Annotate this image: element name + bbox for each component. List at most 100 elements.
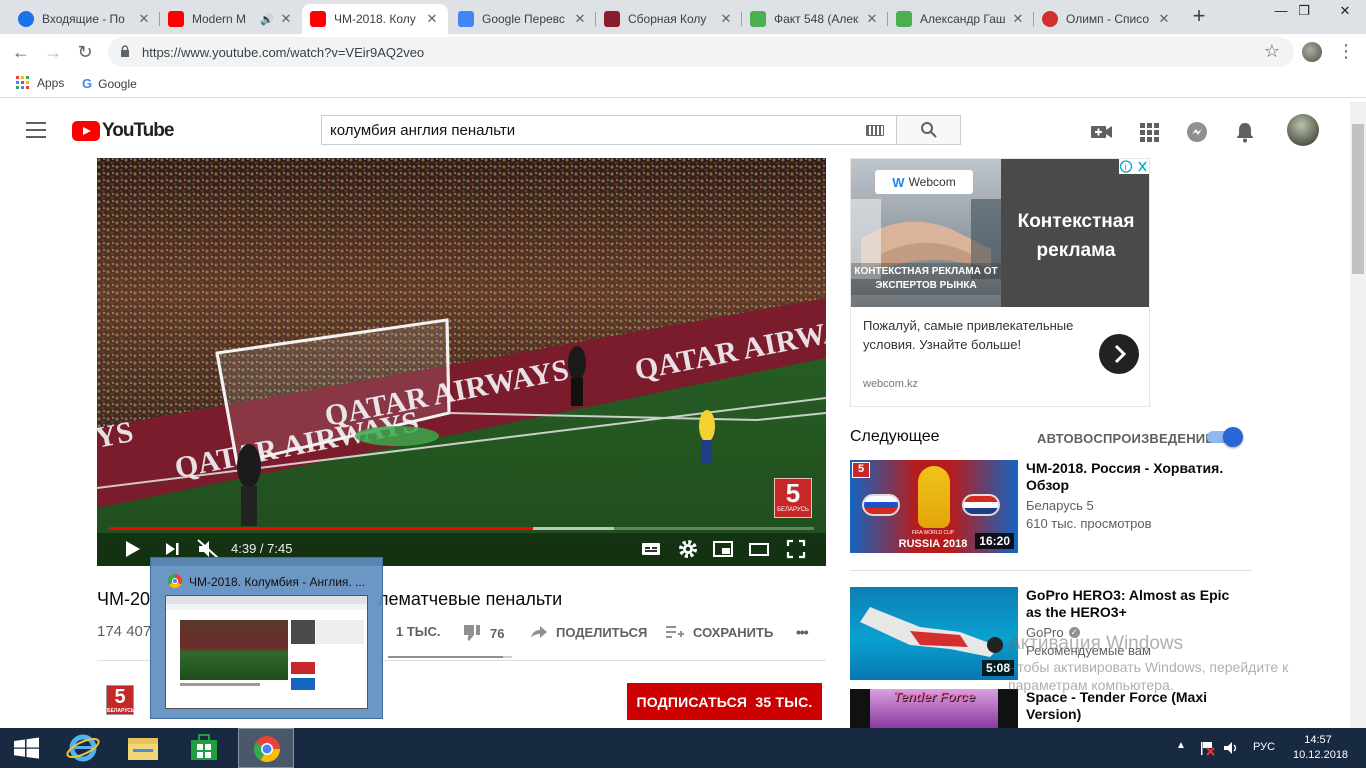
tab-colombia-team[interactable]: Сборная Колу ✕: [596, 4, 742, 34]
like-button[interactable]: 1 ТЫС.: [396, 624, 441, 639]
file-explorer-button[interactable]: [115, 728, 171, 768]
theater-mode-icon[interactable]: [748, 538, 770, 560]
windows-store-icon: [191, 734, 217, 760]
tab-label: Входящие - По: [42, 12, 125, 26]
messages-icon[interactable]: [1185, 120, 1209, 144]
youtube-logo[interactable]: YouTube: [72, 120, 174, 142]
internet-explorer-button[interactable]: [56, 728, 112, 768]
forward-button[interactable]: →: [42, 41, 64, 63]
tab-google-translate[interactable]: Google Перевс ✕: [450, 4, 596, 34]
ad-card[interactable]: W Webcom КОНТЕКСТНАЯ РЕКЛАМА ОТ ЭКСПЕРТО…: [850, 158, 1150, 407]
notifications-bell-icon[interactable]: [1233, 120, 1257, 144]
keyboard-icon[interactable]: [866, 125, 884, 136]
scrollbar-thumb[interactable]: [1352, 124, 1364, 274]
save-button[interactable]: СОХРАНИТЬ: [666, 624, 773, 640]
tab-olimp[interactable]: Олимп - Списо ✕: [1034, 4, 1180, 34]
youtube-play-logo-icon: [72, 121, 100, 141]
recommendation-title[interactable]: ЧМ-2018. Россия - Хорватия. Обзор: [1026, 460, 1236, 494]
recommendation-title[interactable]: GoPro HERO3: Almost as Epic as the HERO3…: [1026, 587, 1236, 621]
subtitles-icon[interactable]: [640, 538, 662, 560]
play-icon[interactable]: [121, 538, 143, 560]
chrome-menu-icon[interactable]: ⋮: [1336, 40, 1356, 62]
new-tab-button[interactable]: +: [1188, 5, 1210, 28]
sentiment-bar: [388, 656, 512, 658]
restore-button[interactable]: ❐: [1282, 0, 1326, 30]
close-window-button[interactable]: ✕: [1322, 0, 1366, 30]
translate-icon: [458, 11, 474, 27]
video-frame: QATAR AIRWAYS QATAR AIRWAYS QATAR AIRWAY…: [97, 158, 826, 566]
recommendation-channel[interactable]: GoPro ✓: [1026, 624, 1080, 641]
close-icon[interactable]: ✕: [1010, 11, 1026, 27]
recommendation-channel[interactable]: Беларусь 5: [1026, 497, 1094, 514]
recommendation-thumbnail[interactable]: 5:08: [850, 587, 1018, 680]
time-display: 4:39 / 7:45: [231, 541, 293, 556]
taskbar-window-preview[interactable]: ЧМ-2018. Колумбия - Англия. ...: [150, 557, 383, 719]
close-icon[interactable]: ✕: [718, 11, 734, 27]
tab-current-video[interactable]: ЧМ-2018. Колу ✕: [302, 4, 448, 34]
close-icon[interactable]: ✕: [1156, 11, 1172, 27]
duration-badge: 5:08: [981, 660, 1014, 676]
close-icon[interactable]: ✕: [136, 11, 152, 27]
close-icon[interactable]: ✕: [572, 11, 588, 27]
close-icon[interactable]: ✕: [278, 11, 294, 27]
verified-check-icon: ✓: [1068, 627, 1080, 638]
bookmark-apps[interactable]: Apps: [16, 76, 64, 90]
ad-headline: Контекстная реклама: [1017, 211, 1135, 261]
ad-open-button[interactable]: [1099, 334, 1139, 374]
action-center-flag-icon[interactable]: [1198, 740, 1216, 756]
duration-badge: 16:20: [975, 533, 1014, 549]
ad-info-controls[interactable]: i: [1119, 159, 1149, 174]
speaker-icon[interactable]: 🔊: [260, 13, 274, 26]
like-count: 1 ТЫС.: [396, 624, 441, 639]
progress-played: [109, 527, 533, 530]
page-scrollbar[interactable]: [1350, 102, 1366, 728]
reload-button[interactable]: ↻: [74, 41, 96, 63]
fullscreen-icon[interactable]: [785, 538, 807, 560]
ad-domain[interactable]: webcom.kz: [863, 378, 918, 390]
add-to-playlist-icon: [666, 626, 684, 638]
video-player[interactable]: QATAR AIRWAYS QATAR AIRWAYS QATAR AIRWAY…: [97, 158, 826, 566]
start-button[interactable]: [0, 728, 56, 768]
youtube-icon: [168, 11, 184, 27]
address-bar[interactable]: https://www.youtube.com/watch?v=VEir9AQ2…: [108, 37, 1294, 67]
close-icon[interactable]: ✕: [424, 11, 440, 27]
ad-choices-icon[interactable]: i: [1119, 159, 1149, 174]
close-icon[interactable]: ✕: [864, 11, 880, 27]
share-button[interactable]: ПОДЕЛИТЬСЯ: [530, 624, 647, 640]
more-actions-button[interactable]: •••: [796, 624, 809, 640]
bookmark-star-icon[interactable]: ☆: [1264, 41, 1280, 62]
system-clock[interactable]: 14:57 10.12.2018: [1293, 733, 1349, 763]
dislike-button[interactable]: 76: [462, 624, 504, 642]
clock-date: 10.12.2018: [1293, 749, 1349, 761]
tab-inbox[interactable]: Входящие - По ✕: [10, 4, 160, 34]
back-button[interactable]: ←: [10, 41, 32, 63]
recommendation-thumbnail[interactable]: Tender Force: [850, 689, 1018, 728]
site-icon: [604, 11, 620, 27]
recommendation-thumbnail[interactable]: 5 FIFA WORLD CUP RUSSIA 2018 16:20: [850, 460, 1018, 553]
chrome-taskbar-button[interactable]: [238, 728, 294, 768]
tab-alexander[interactable]: Александр Гаш ✕: [888, 4, 1034, 34]
volume-icon[interactable]: [1222, 740, 1240, 756]
input-language-indicator[interactable]: РУС: [1253, 741, 1275, 753]
store-button[interactable]: [177, 728, 233, 768]
search-button[interactable]: [896, 115, 961, 145]
profile-avatar[interactable]: [1302, 42, 1322, 62]
bookmark-google[interactable]: G Google: [82, 76, 137, 91]
search-input[interactable]: [322, 116, 852, 144]
account-avatar[interactable]: [1287, 114, 1319, 146]
hamburger-menu-icon[interactable]: [26, 122, 46, 138]
progress-bar[interactable]: [109, 527, 814, 530]
autoplay-toggle-knob[interactable]: [1223, 427, 1243, 447]
subscribe-button[interactable]: ПОДПИСАТЬСЯ 35 ТЫС.: [627, 683, 822, 720]
miniplayer-icon[interactable]: [712, 538, 734, 560]
apps-grid-icon[interactable]: [1137, 120, 1161, 144]
recommendation-reason: Рекомендуемые вам: [1026, 643, 1151, 658]
site-icon: [896, 11, 912, 27]
recommendation-title[interactable]: Space - Tender Force (Maxi Version): [1026, 689, 1236, 723]
create-video-icon[interactable]: [1090, 120, 1114, 144]
settings-gear-icon[interactable]: [677, 538, 699, 560]
channel-avatar[interactable]: 5 БЕЛАРУСЬ: [106, 685, 135, 715]
tab-fact-548[interactable]: Факт 548 (Алек ✕: [742, 4, 888, 34]
tray-overflow-chevron-icon[interactable]: ▲: [1176, 740, 1186, 751]
tab-modern[interactable]: Modern M 🔊 ✕: [160, 4, 302, 34]
